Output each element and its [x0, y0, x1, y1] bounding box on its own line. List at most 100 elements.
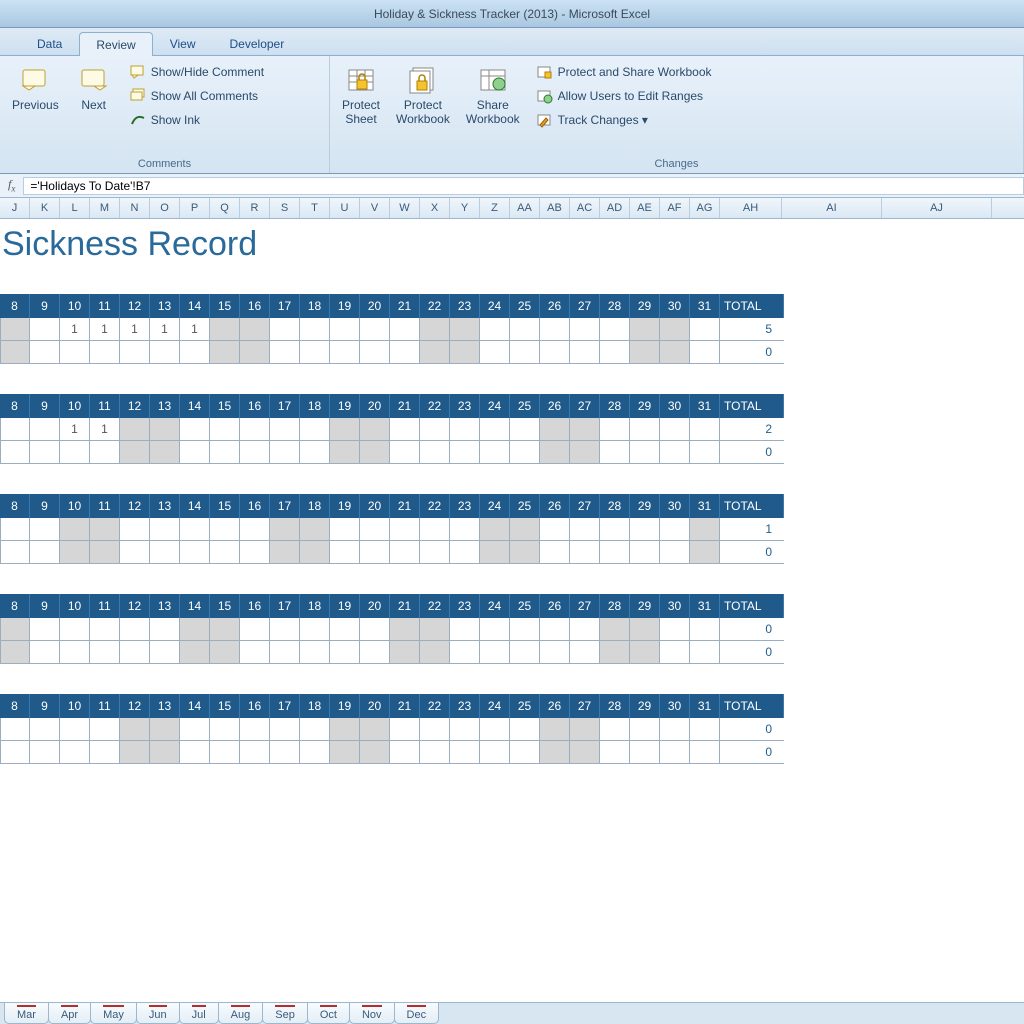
- cell[interactable]: [210, 618, 240, 641]
- cell[interactable]: [180, 718, 210, 741]
- day-header[interactable]: 25: [510, 294, 540, 318]
- cell[interactable]: [660, 618, 690, 641]
- cell[interactable]: [690, 718, 720, 741]
- cell[interactable]: [540, 718, 570, 741]
- sheet-tab-jul[interactable]: Jul: [179, 1003, 219, 1024]
- cell[interactable]: [0, 741, 30, 764]
- column-header[interactable]: AJ: [882, 198, 992, 218]
- fx-icon[interactable]: fx: [8, 177, 15, 193]
- cell[interactable]: [180, 618, 210, 641]
- cell[interactable]: [390, 741, 420, 764]
- day-header[interactable]: 31: [690, 394, 720, 418]
- day-header[interactable]: 13: [150, 394, 180, 418]
- previous-button[interactable]: Previous: [6, 60, 65, 156]
- day-header[interactable]: 19: [330, 494, 360, 518]
- sheet-tab-dec[interactable]: Dec: [394, 1003, 440, 1024]
- day-header[interactable]: 12: [120, 294, 150, 318]
- cell[interactable]: [90, 641, 120, 664]
- cell[interactable]: [690, 641, 720, 664]
- cell[interactable]: [330, 441, 360, 464]
- day-header[interactable]: 16: [240, 494, 270, 518]
- cell[interactable]: [270, 718, 300, 741]
- cell[interactable]: [480, 418, 510, 441]
- day-header[interactable]: 26: [540, 394, 570, 418]
- day-header[interactable]: 26: [540, 294, 570, 318]
- track-changes-button[interactable]: Track Changes ▾: [534, 110, 715, 130]
- day-header[interactable]: 25: [510, 594, 540, 618]
- column-header[interactable]: K: [30, 198, 60, 218]
- day-header[interactable]: 11: [90, 394, 120, 418]
- column-header[interactable]: Q: [210, 198, 240, 218]
- cell[interactable]: [450, 741, 480, 764]
- column-header[interactable]: M: [90, 198, 120, 218]
- total-cell[interactable]: 1: [720, 518, 784, 541]
- day-header[interactable]: 14: [180, 494, 210, 518]
- cell[interactable]: [570, 341, 600, 364]
- cell[interactable]: [570, 418, 600, 441]
- cell[interactable]: [600, 718, 630, 741]
- day-header[interactable]: 29: [630, 494, 660, 518]
- cell[interactable]: [360, 718, 390, 741]
- cell[interactable]: [210, 718, 240, 741]
- cell[interactable]: [180, 641, 210, 664]
- cell[interactable]: [660, 341, 690, 364]
- cell[interactable]: [630, 318, 660, 341]
- column-header[interactable]: R: [240, 198, 270, 218]
- cell[interactable]: [600, 518, 630, 541]
- column-header[interactable]: AG: [690, 198, 720, 218]
- day-header[interactable]: 17: [270, 394, 300, 418]
- cell[interactable]: [240, 541, 270, 564]
- cell[interactable]: [510, 641, 540, 664]
- cell[interactable]: [90, 341, 120, 364]
- cell[interactable]: [240, 441, 270, 464]
- day-header[interactable]: 8: [0, 294, 30, 318]
- day-header[interactable]: 26: [540, 694, 570, 718]
- column-header[interactable]: U: [330, 198, 360, 218]
- cell[interactable]: [210, 418, 240, 441]
- cell[interactable]: [330, 541, 360, 564]
- cell[interactable]: [0, 618, 30, 641]
- cell[interactable]: [240, 718, 270, 741]
- day-header[interactable]: 21: [390, 494, 420, 518]
- cell[interactable]: [60, 441, 90, 464]
- sheet-tab-aug[interactable]: Aug: [218, 1003, 264, 1024]
- cell[interactable]: [150, 441, 180, 464]
- cell[interactable]: [270, 518, 300, 541]
- cell[interactable]: [270, 318, 300, 341]
- cell[interactable]: [30, 318, 60, 341]
- sheet-area[interactable]: Sickness Record 891011121314151617181920…: [0, 219, 1024, 1002]
- day-header[interactable]: 24: [480, 294, 510, 318]
- cell[interactable]: [30, 641, 60, 664]
- cell[interactable]: [150, 618, 180, 641]
- cell[interactable]: [480, 441, 510, 464]
- cell[interactable]: [120, 341, 150, 364]
- cell[interactable]: [600, 618, 630, 641]
- cell[interactable]: [300, 441, 330, 464]
- day-header[interactable]: 30: [660, 494, 690, 518]
- day-header[interactable]: 10: [60, 494, 90, 518]
- sheet-tab-jun[interactable]: Jun: [136, 1003, 180, 1024]
- total-cell[interactable]: 0: [720, 618, 784, 641]
- day-header[interactable]: 12: [120, 494, 150, 518]
- cell[interactable]: [360, 518, 390, 541]
- day-header[interactable]: 23: [450, 294, 480, 318]
- cell[interactable]: [180, 441, 210, 464]
- column-header[interactable]: W: [390, 198, 420, 218]
- cell[interactable]: [600, 741, 630, 764]
- show-all-comments-button[interactable]: Show All Comments: [127, 86, 267, 106]
- cell[interactable]: [390, 718, 420, 741]
- cell[interactable]: [150, 641, 180, 664]
- cell[interactable]: [240, 418, 270, 441]
- sheet-tab-sep[interactable]: Sep: [262, 1003, 308, 1024]
- day-header[interactable]: 25: [510, 694, 540, 718]
- cell[interactable]: 1: [150, 318, 180, 341]
- day-header[interactable]: 11: [90, 594, 120, 618]
- cell[interactable]: [630, 418, 660, 441]
- cell[interactable]: [150, 741, 180, 764]
- next-button[interactable]: Next: [69, 60, 119, 156]
- day-header[interactable]: 25: [510, 394, 540, 418]
- cell[interactable]: [630, 641, 660, 664]
- cell[interactable]: [540, 318, 570, 341]
- cell[interactable]: [300, 341, 330, 364]
- day-header[interactable]: 29: [630, 394, 660, 418]
